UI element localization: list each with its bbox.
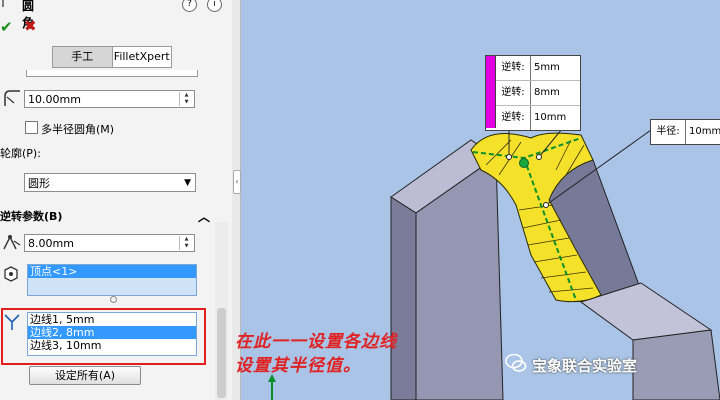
callout-row[interactable]: 逆转: 8mm [496, 81, 580, 106]
vertex-selection-icon [4, 266, 18, 282]
setback-section-title: 逆转参数(B) [0, 210, 63, 223]
leader-endpoint [506, 154, 512, 160]
property-manager-panel: 圆角 ? i ✔ ✖ 手工 FilletXpert 10.00mm ▲ ▼ 多半径… [0, 0, 233, 400]
radius-input[interactable]: 10.00mm ▲ ▼ [24, 90, 195, 108]
selected-vertex-marker[interactable] [519, 158, 529, 168]
wechat-logo-icon [505, 353, 527, 372]
profile-value: 圆形 [28, 177, 50, 190]
fillet-feature-icon [2, 0, 4, 7]
list-resize-handle[interactable] [110, 296, 117, 303]
callout-key: 逆转: [496, 106, 531, 130]
multi-radius-label: 多半径圆角(M) [41, 123, 115, 136]
radius-spinner[interactable]: ▲ ▼ [179, 92, 193, 106]
profile-label: 轮廓(P): [0, 147, 41, 160]
highlight-box [1, 308, 206, 365]
distance-spinner[interactable]: ▲ ▼ [179, 236, 193, 250]
dropdown-arrow-icon: ▼ [184, 178, 191, 188]
callout-value[interactable]: 10mm [686, 120, 720, 144]
confirm-checkmark-icon[interactable]: ✔ [0, 18, 13, 36]
callout-value[interactable]: 8mm [531, 81, 560, 105]
callout-row[interactable]: 逆转: 5mm [496, 56, 580, 81]
collapse-panel-handle[interactable]: ‹ [233, 170, 241, 194]
radius-value: 10.00mm [28, 93, 81, 106]
radius-icon [4, 90, 20, 106]
setback-distance-value: 8.00mm [28, 237, 74, 250]
leader-endpoint [536, 154, 542, 160]
tab-filletxpert[interactable]: FilletXpert [113, 47, 172, 67]
callout-row[interactable]: 半径: 10mm [651, 120, 720, 144]
watermark-text: 宝象联合实验室 [532, 357, 638, 375]
vertex-list[interactable]: 顶点<1> [27, 264, 197, 296]
setback-distance-icon [3, 235, 21, 250]
panel-scrollbar[interactable] [215, 222, 228, 400]
annotation-line: 设置其半径值。 [235, 356, 361, 376]
callout-value[interactable]: 10mm [531, 106, 566, 130]
info-icon[interactable]: i [207, 0, 222, 12]
callout-color-marker [486, 56, 496, 128]
multi-radius-checkbox[interactable] [25, 121, 38, 134]
clipped-control-edge [26, 70, 198, 77]
leader-endpoint [543, 202, 549, 208]
callout-value[interactable]: 5mm [531, 56, 560, 80]
radius-callout[interactable]: 半径: 10mm [650, 119, 720, 145]
profile-select[interactable]: 圆形 ▼ [24, 173, 196, 192]
callout-row[interactable]: 逆转: 10mm [496, 106, 580, 130]
collapse-chevron-icon[interactable]: ︿ [198, 207, 210, 227]
callout-key: 逆转: [496, 81, 531, 105]
setback-callout[interactable]: 逆转: 5mm 逆转: 8mm 逆转: 10mm [485, 55, 581, 131]
instruction-annotation: 在此一一设置各边线 设置其半径值。 [235, 330, 397, 378]
help-icon[interactable]: ? [182, 0, 197, 12]
callout-key: 半径: [651, 120, 686, 144]
vertex-list-item[interactable]: 顶点<1> [28, 265, 196, 278]
annotation-line: 在此一一设置各边线 [235, 332, 397, 352]
set-all-button[interactable]: 设定所有(A) [29, 366, 141, 385]
mode-tabs: 手工 FilletXpert [52, 46, 172, 68]
tab-manual[interactable]: 手工 [53, 47, 113, 67]
cancel-x-icon[interactable]: ✖ [24, 17, 37, 35]
setback-section-header[interactable]: 逆转参数(B) ︿ [0, 207, 214, 227]
scrollbar-thumb[interactable] [217, 308, 226, 398]
right-block-front [632, 329, 720, 400]
callout-key: 逆转: [496, 56, 531, 80]
setback-distance-input[interactable]: 8.00mm ▲ ▼ [24, 234, 195, 252]
